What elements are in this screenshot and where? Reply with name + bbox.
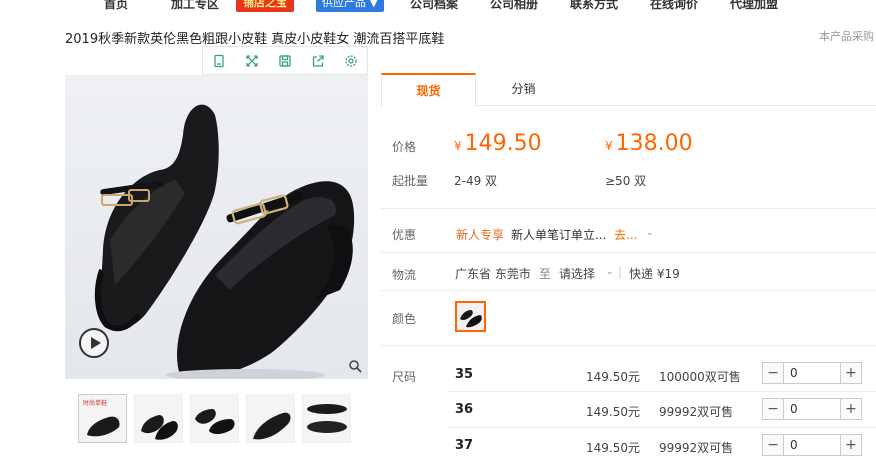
settings-icon[interactable] bbox=[334, 47, 367, 74]
size-value: 37 bbox=[455, 438, 474, 453]
divider bbox=[381, 345, 876, 346]
thumbnail-4[interactable] bbox=[246, 394, 295, 443]
divider bbox=[381, 208, 876, 209]
promo-label: 优惠 bbox=[392, 228, 417, 242]
nav-contact[interactable]: 联系方式 bbox=[570, 0, 618, 12]
thumbnail-shoe-image bbox=[141, 415, 178, 440]
shipping-label: 物流 bbox=[392, 268, 417, 282]
currency-symbol: ¥ bbox=[454, 139, 462, 153]
price-tier-1-value: 149.50 bbox=[464, 131, 542, 156]
divider bbox=[381, 252, 876, 253]
promo-text: 新人单笔订单立... bbox=[511, 228, 607, 242]
thumbnail-5[interactable] bbox=[302, 394, 351, 443]
destination-select[interactable]: 请选择 bbox=[559, 265, 595, 282]
separator: | bbox=[618, 265, 623, 279]
plus-button[interactable]: + bbox=[840, 399, 861, 419]
size-value: 35 bbox=[455, 367, 474, 382]
zoom-icon[interactable] bbox=[348, 359, 362, 373]
minus-button[interactable]: − bbox=[763, 399, 784, 419]
shop-badge[interactable]: 铺店之宝 bbox=[236, 0, 294, 12]
nav-company-album[interactable]: 公司相册 bbox=[490, 0, 538, 12]
size-stock: 100000双可售 bbox=[659, 370, 741, 384]
nav-agent[interactable]: 代理加盟 bbox=[730, 0, 778, 12]
tab-in-stock[interactable]: 现货 bbox=[381, 73, 476, 107]
copy-icon[interactable] bbox=[203, 47, 236, 74]
minus-button[interactable]: − bbox=[763, 435, 784, 455]
shipping-to: 至 bbox=[539, 267, 552, 281]
color-swatch-black[interactable] bbox=[455, 301, 486, 332]
shoe-photo bbox=[65, 75, 368, 379]
save-icon[interactable] bbox=[269, 47, 302, 74]
price-box: 价格 ¥149.50 ¥138.00 起批量 2-49 双 ≥50 双 bbox=[381, 106, 876, 205]
divider bbox=[447, 391, 876, 392]
thumbnail-shoe-image bbox=[195, 409, 235, 434]
thumbnail-1[interactable]: 时尚单鞋 bbox=[78, 394, 127, 443]
play-video-icon[interactable] bbox=[79, 328, 109, 358]
color-label: 颜色 bbox=[392, 312, 417, 326]
thumbnail-shoe-image bbox=[307, 404, 347, 433]
quantity-input[interactable] bbox=[784, 363, 840, 383]
image-toolbar bbox=[202, 46, 368, 75]
tier-1-range: 2-49 双 bbox=[454, 174, 498, 188]
size-value: 36 bbox=[455, 402, 474, 417]
size-price: 149.50元 bbox=[586, 405, 640, 419]
thumbnail-shoe-image bbox=[253, 412, 291, 440]
price-tier-2-value: 138.00 bbox=[615, 131, 693, 156]
size-stock: 99992双可售 bbox=[659, 405, 734, 419]
size-price: 149.50元 bbox=[586, 441, 640, 455]
quantity-stepper: − + bbox=[762, 434, 862, 456]
chevron-down-icon[interactable]: ⌄ bbox=[646, 228, 654, 238]
minus-button[interactable]: − bbox=[763, 363, 784, 383]
quantity-stepper: − + bbox=[762, 398, 862, 420]
price-label: 价格 bbox=[392, 140, 417, 154]
thumbnail-caption: 时尚单鞋 bbox=[83, 400, 108, 407]
supply-products-menu[interactable]: 供应产品 ▼ bbox=[316, 0, 384, 12]
chevron-down-icon[interactable]: ⌄ bbox=[606, 267, 614, 277]
currency-symbol: ¥ bbox=[605, 139, 613, 153]
report-link[interactable]: 本产品采购 bbox=[819, 28, 874, 44]
moq-label: 起批量 bbox=[392, 174, 429, 188]
divider bbox=[447, 427, 876, 428]
thumbnail-strip: 时尚单鞋 bbox=[78, 394, 351, 443]
nav-processing[interactable]: 加工专区 bbox=[171, 0, 219, 12]
tier-2-range: ≥50 双 bbox=[605, 174, 647, 188]
product-main-image[interactable] bbox=[65, 75, 368, 379]
thumbnail-3[interactable] bbox=[190, 394, 239, 443]
plus-button[interactable]: + bbox=[840, 363, 861, 383]
price-tier-1: ¥149.50 bbox=[454, 131, 542, 156]
size-price: 149.50元 bbox=[586, 370, 640, 384]
quantity-stepper: − + bbox=[762, 362, 862, 384]
shipping-origin: 广东省 东莞市 bbox=[455, 267, 531, 281]
swatch-shoe-image bbox=[460, 310, 482, 328]
product-title: 2019秋季新款英伦黑色粗跟小皮鞋 真皮小皮鞋女 潮流百搭平底鞋 bbox=[65, 32, 445, 47]
plus-button[interactable]: + bbox=[840, 435, 861, 455]
tab-bar: 现货 分销 bbox=[381, 73, 876, 107]
quantity-input[interactable] bbox=[784, 435, 840, 455]
express-fee: 快递 ¥19 bbox=[629, 267, 680, 281]
nav-inquiry[interactable]: 在线询价 bbox=[650, 0, 698, 12]
nav-home[interactable]: 首页 bbox=[104, 0, 128, 12]
size-stock: 99992双可售 bbox=[659, 441, 734, 455]
nav-company-profile[interactable]: 公司档案 bbox=[410, 0, 458, 12]
divider bbox=[381, 290, 876, 291]
expand-icon[interactable] bbox=[236, 47, 269, 74]
quantity-input[interactable] bbox=[784, 399, 840, 419]
price-tier-2: ¥138.00 bbox=[605, 131, 693, 156]
promo-go-link[interactable]: 去... bbox=[614, 226, 637, 243]
thumbnail-2[interactable] bbox=[134, 394, 183, 443]
share-icon[interactable] bbox=[301, 47, 334, 74]
tab-distribution[interactable]: 分销 bbox=[476, 73, 571, 106]
size-label: 尺码 bbox=[392, 370, 417, 384]
new-user-tag: 新人专享 bbox=[456, 228, 505, 242]
top-nav: 首页 加工专区 铺店之宝 供应产品 ▼ 公司档案 公司相册 联系方式 在线询价 … bbox=[0, 0, 876, 13]
